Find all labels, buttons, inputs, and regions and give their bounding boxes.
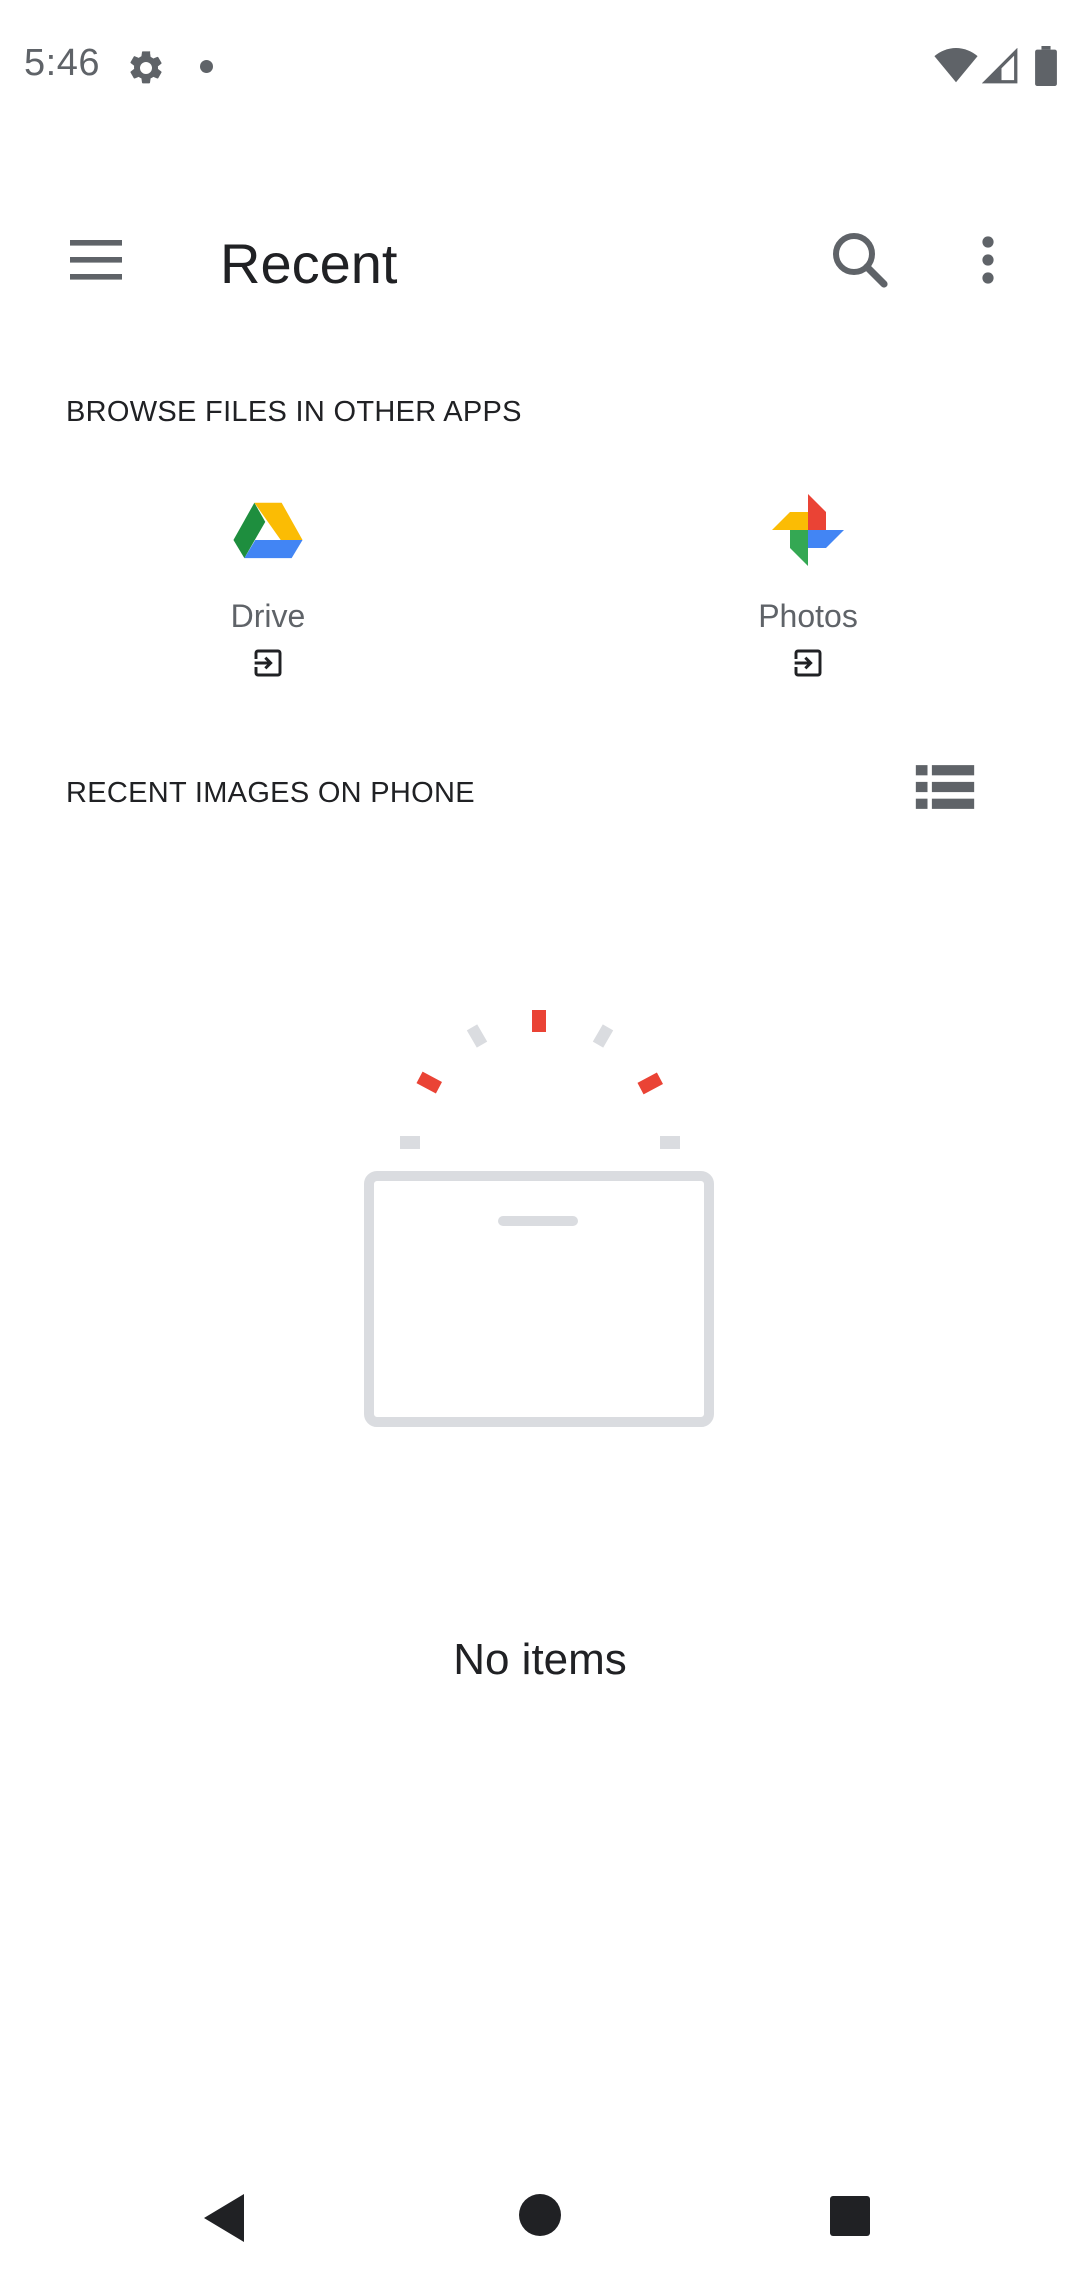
- drive-app-tile[interactable]: Drive: [118, 480, 418, 700]
- navigation-bar: [0, 2150, 1080, 2280]
- search-icon[interactable]: [820, 220, 900, 300]
- google-photos-icon: [772, 494, 844, 566]
- wifi-icon: [934, 48, 978, 83]
- browse-section-header: BROWSE FILES IN OTHER APPS: [66, 396, 522, 428]
- screen: 5:46 Recent BROWSE FILES IN OTHER APPS D…: [0, 0, 1080, 2280]
- status-bar: 5:46: [0, 0, 1080, 136]
- photos-app-tile[interactable]: Photos: [658, 480, 958, 700]
- gear-icon: [130, 51, 162, 84]
- signal-icon: [982, 48, 1018, 84]
- recent-section-header: RECENT IMAGES ON PHONE: [66, 777, 475, 809]
- recents-icon[interactable]: [828, 2194, 872, 2238]
- open-in-app-icon: [253, 649, 282, 677]
- home-icon[interactable]: [517, 2192, 563, 2238]
- status-time: 5:46: [24, 42, 100, 84]
- page-title: Recent: [220, 232, 398, 295]
- photos-label: Photos: [758, 598, 858, 634]
- menu-icon[interactable]: [58, 220, 138, 300]
- empty-state-text: No items: [453, 1635, 627, 1684]
- google-drive-icon: [233, 502, 303, 559]
- toolbar: Recent: [0, 190, 1080, 330]
- back-icon[interactable]: [200, 2190, 250, 2246]
- more-vert-icon[interactable]: [948, 220, 1028, 300]
- battery-icon: [1035, 46, 1057, 86]
- open-in-app-icon: [793, 649, 822, 677]
- notification-dot-icon: [200, 60, 213, 73]
- list-view-icon[interactable]: [910, 752, 980, 822]
- empty-folder-illustration: [364, 1010, 714, 1427]
- drive-label: Drive: [230, 598, 306, 634]
